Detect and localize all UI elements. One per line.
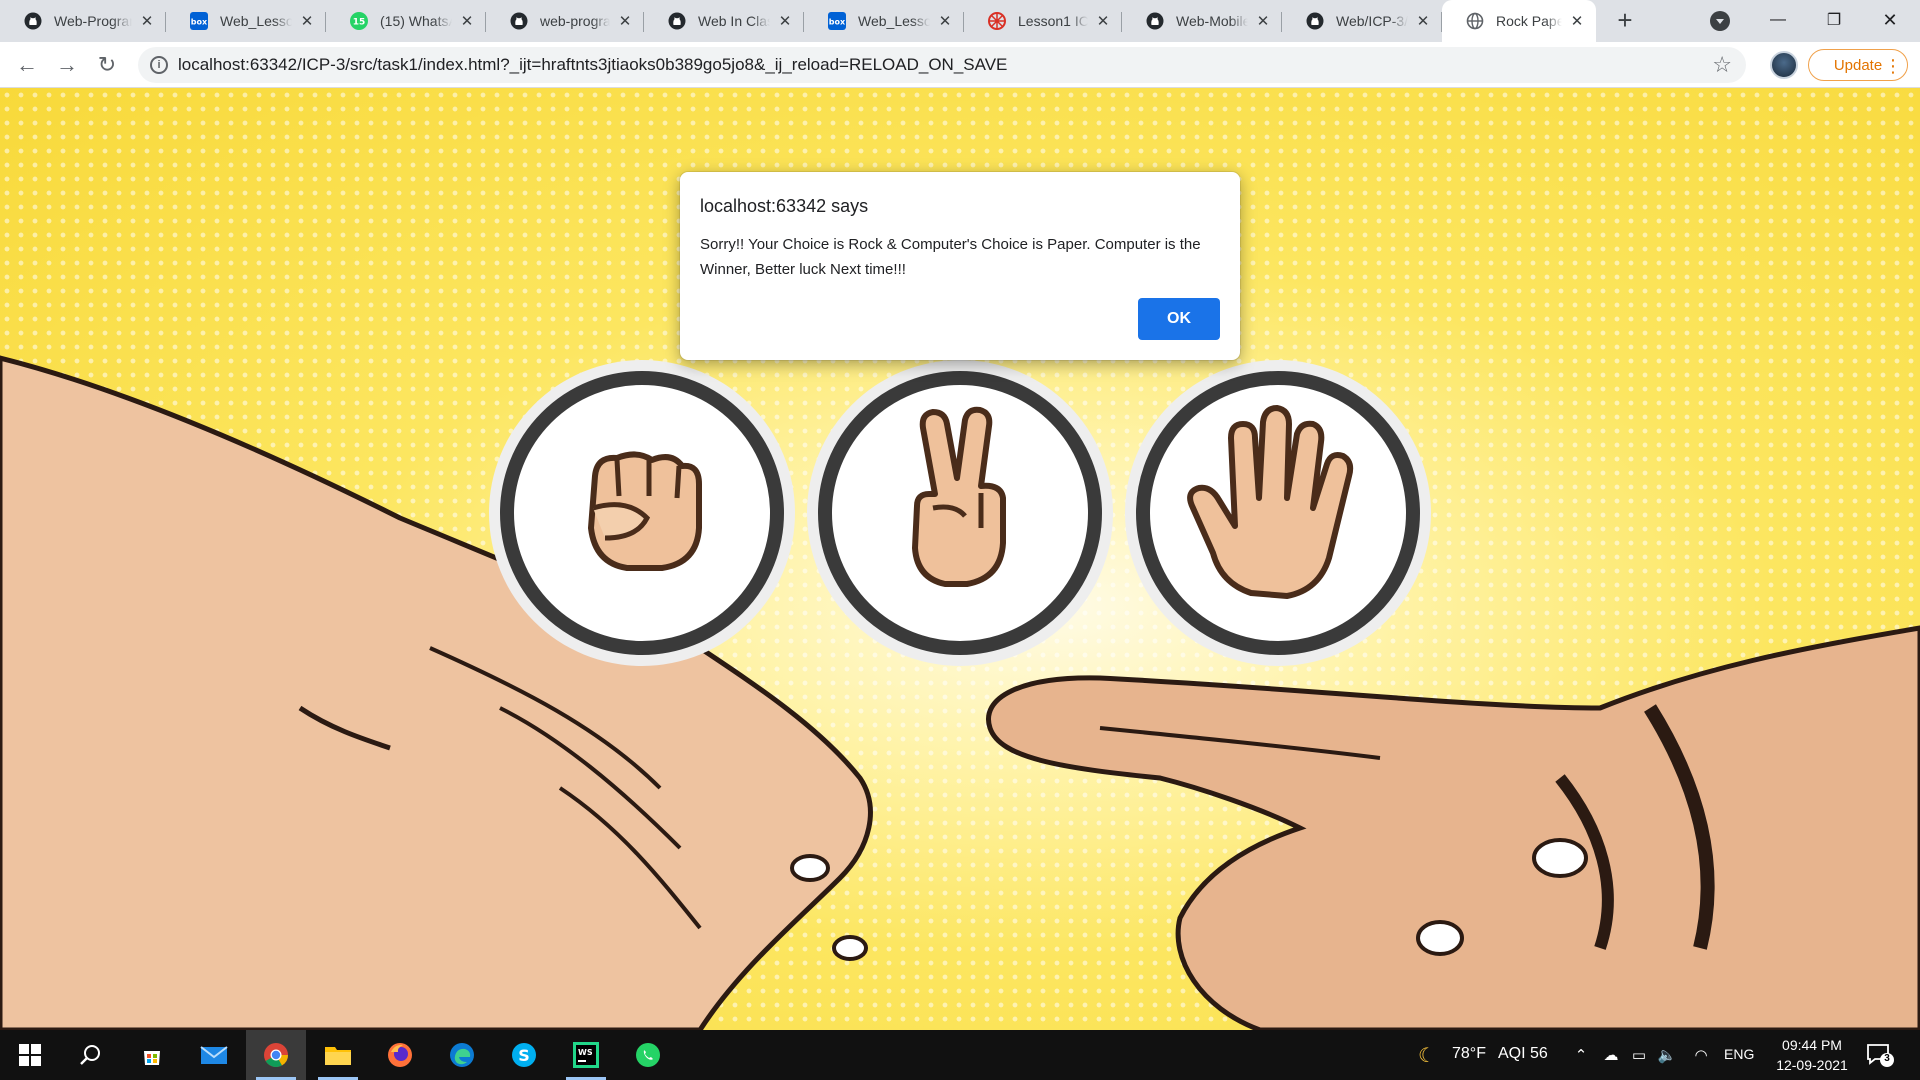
tab-lesson1-icp[interactable]: Lesson1 ICP ✕ — [964, 0, 1122, 42]
minimize-button[interactable]: — — [1750, 0, 1806, 40]
close-icon[interactable]: ✕ — [1094, 12, 1112, 30]
chevron-up-icon[interactable]: ⌃ — [1570, 1044, 1592, 1066]
tab-search-icon[interactable] — [1710, 11, 1730, 31]
tab-strip: Web-Programming ✕ box Web_Lesson ✕ 15 (1… — [0, 0, 1920, 42]
search-icon[interactable] — [60, 1030, 120, 1080]
svg-text:S: S — [518, 1046, 530, 1065]
tab-rock-paper[interactable]: Rock Paper ✕ — [1442, 0, 1596, 42]
tab-title: (15) WhatsApp — [380, 13, 452, 29]
tab-web-programming-2[interactable]: web-programming ✕ — [486, 0, 644, 42]
close-icon[interactable]: ✕ — [1254, 12, 1272, 30]
tab-web-icp3[interactable]: Web/ICP-3/ ✕ — [1282, 0, 1442, 42]
weather-moon-icon[interactable]: ☾ — [1416, 1044, 1438, 1067]
tab-title: Web_Lesson — [858, 13, 930, 29]
windows-taskbar: S WS ☾ 78°F AQI 56 ⌃ ☁ ▭ 🔈 ◠ ENG 09:44 P… — [0, 1030, 1920, 1080]
dialog-message: Sorry!! Your Choice is Rock & Computer's… — [700, 236, 1201, 278]
tab-title: Web In Class — [698, 13, 770, 29]
address-url[interactable]: localhost:63342/ICP-3/src/task1/index.ht… — [178, 55, 1007, 75]
dialog-title: localhost:63342 says — [700, 196, 869, 216]
paper-choice-button[interactable] — [1123, 358, 1433, 668]
browser-toolbar: ← → ↻ i localhost:63342/ICP-3/src/task1/… — [0, 42, 1920, 88]
tab-whatsapp[interactable]: 15 (15) WhatsApp ✕ — [326, 0, 486, 42]
webstorm-icon[interactable]: WS — [556, 1030, 616, 1080]
svg-text:15: 15 — [353, 18, 366, 28]
github-icon — [1306, 12, 1324, 30]
windows-start-icon[interactable] — [0, 1030, 60, 1080]
info-icon[interactable]: i — [150, 56, 168, 74]
tab-web-mobile[interactable]: Web-Mobile ✕ — [1122, 0, 1282, 42]
file-explorer-icon[interactable] — [308, 1030, 368, 1080]
restore-button[interactable]: ❐ — [1806, 0, 1862, 40]
tab-title: web-programming — [540, 13, 610, 29]
close-icon[interactable]: ✕ — [616, 12, 634, 30]
clock[interactable]: 09:44 PM 12-09-2021 — [1762, 1035, 1862, 1075]
close-icon[interactable]: ✕ — [298, 12, 316, 30]
mail-icon[interactable] — [184, 1030, 244, 1080]
edge-icon[interactable] — [432, 1030, 492, 1080]
close-icon[interactable]: ✕ — [458, 12, 476, 30]
svg-text:box: box — [829, 18, 846, 27]
volume-icon[interactable]: 🔈 — [1656, 1044, 1678, 1066]
clock-date: 12-09-2021 — [1776, 1057, 1848, 1073]
tab-web-programming[interactable]: Web-Programming ✕ — [0, 0, 166, 42]
tab-web-lesson[interactable]: box Web_Lesson ✕ — [166, 0, 326, 42]
back-button[interactable]: ← — [12, 50, 42, 80]
tab-title: Web_Lesson — [220, 13, 292, 29]
github-icon — [24, 12, 42, 30]
rock-hand-icon — [489, 360, 795, 666]
reload-button[interactable]: ↻ — [92, 50, 122, 80]
svg-text:WS: WS — [578, 1048, 593, 1057]
alert-dialog: localhost:63342 says Sorry!! Your Choice… — [680, 172, 1240, 360]
forward-button[interactable]: → — [52, 50, 82, 80]
firefox-icon[interactable] — [370, 1030, 430, 1080]
github-icon — [1146, 12, 1164, 30]
tab-web-in-class[interactable]: Web In Class ✕ — [644, 0, 804, 42]
scissors-choice-button[interactable] — [805, 358, 1115, 668]
github-icon — [668, 12, 686, 30]
tab-web-lesson-2[interactable]: box Web_Lesson ✕ — [804, 0, 964, 42]
weather-aqi[interactable]: AQI 56 — [1498, 1045, 1548, 1063]
address-bar[interactable]: i localhost:63342/ICP-3/src/task1/index.… — [138, 47, 1746, 83]
menu-kebab-icon[interactable]: ⋮ — [1884, 56, 1902, 77]
close-icon[interactable]: ✕ — [1414, 12, 1432, 30]
notification-count: 3 — [1884, 1053, 1890, 1064]
close-icon[interactable]: ✕ — [936, 12, 954, 30]
clock-time: 09:44 PM — [1782, 1037, 1842, 1053]
tab-title: Web/ICP-3/ — [1336, 13, 1408, 29]
paper-hand-icon — [1125, 360, 1431, 666]
scissors-hand-icon — [807, 360, 1113, 666]
weather-temperature[interactable]: 78°F — [1452, 1045, 1486, 1063]
tab-title: Lesson1 ICP — [1018, 13, 1088, 29]
rock-choice-button[interactable] — [487, 358, 797, 668]
github-icon — [510, 12, 528, 30]
whatsapp-icon: 15 — [350, 12, 368, 30]
box-icon: box — [190, 12, 208, 30]
close-icon[interactable]: ✕ — [776, 12, 794, 30]
battery-icon[interactable]: ▭ — [1628, 1044, 1650, 1066]
tab-title: Web-Programming — [54, 13, 132, 29]
whatsapp-icon[interactable] — [618, 1030, 678, 1080]
lesson-icon — [988, 12, 1006, 30]
skype-icon[interactable]: S — [494, 1030, 554, 1080]
notifications-icon[interactable]: 3 — [1866, 1042, 1894, 1068]
ok-button[interactable]: OK — [1138, 298, 1220, 340]
profile-avatar[interactable] — [1770, 51, 1798, 79]
tab-title: Rock Paper — [1496, 13, 1562, 29]
tab-title: Web-Mobile — [1176, 13, 1248, 29]
chrome-icon[interactable] — [246, 1030, 306, 1080]
close-icon[interactable]: ✕ — [138, 12, 156, 30]
store-icon[interactable] — [122, 1030, 182, 1080]
onedrive-icon[interactable]: ☁ — [1600, 1044, 1622, 1066]
bookmark-star-icon[interactable]: ☆ — [1712, 52, 1732, 78]
language-indicator[interactable]: ENG — [1724, 1046, 1754, 1062]
close-window-button[interactable]: ✕ — [1862, 0, 1918, 40]
new-tab-button[interactable]: + — [1612, 7, 1638, 34]
svg-text:box: box — [191, 18, 208, 27]
globe-icon — [1466, 12, 1484, 30]
wifi-icon[interactable]: ◠ — [1690, 1044, 1712, 1066]
page-content: Select one among Rock Paper AND Scissors… — [0, 88, 1920, 1030]
close-icon[interactable]: ✕ — [1568, 12, 1586, 30]
box-icon: box — [828, 12, 846, 30]
